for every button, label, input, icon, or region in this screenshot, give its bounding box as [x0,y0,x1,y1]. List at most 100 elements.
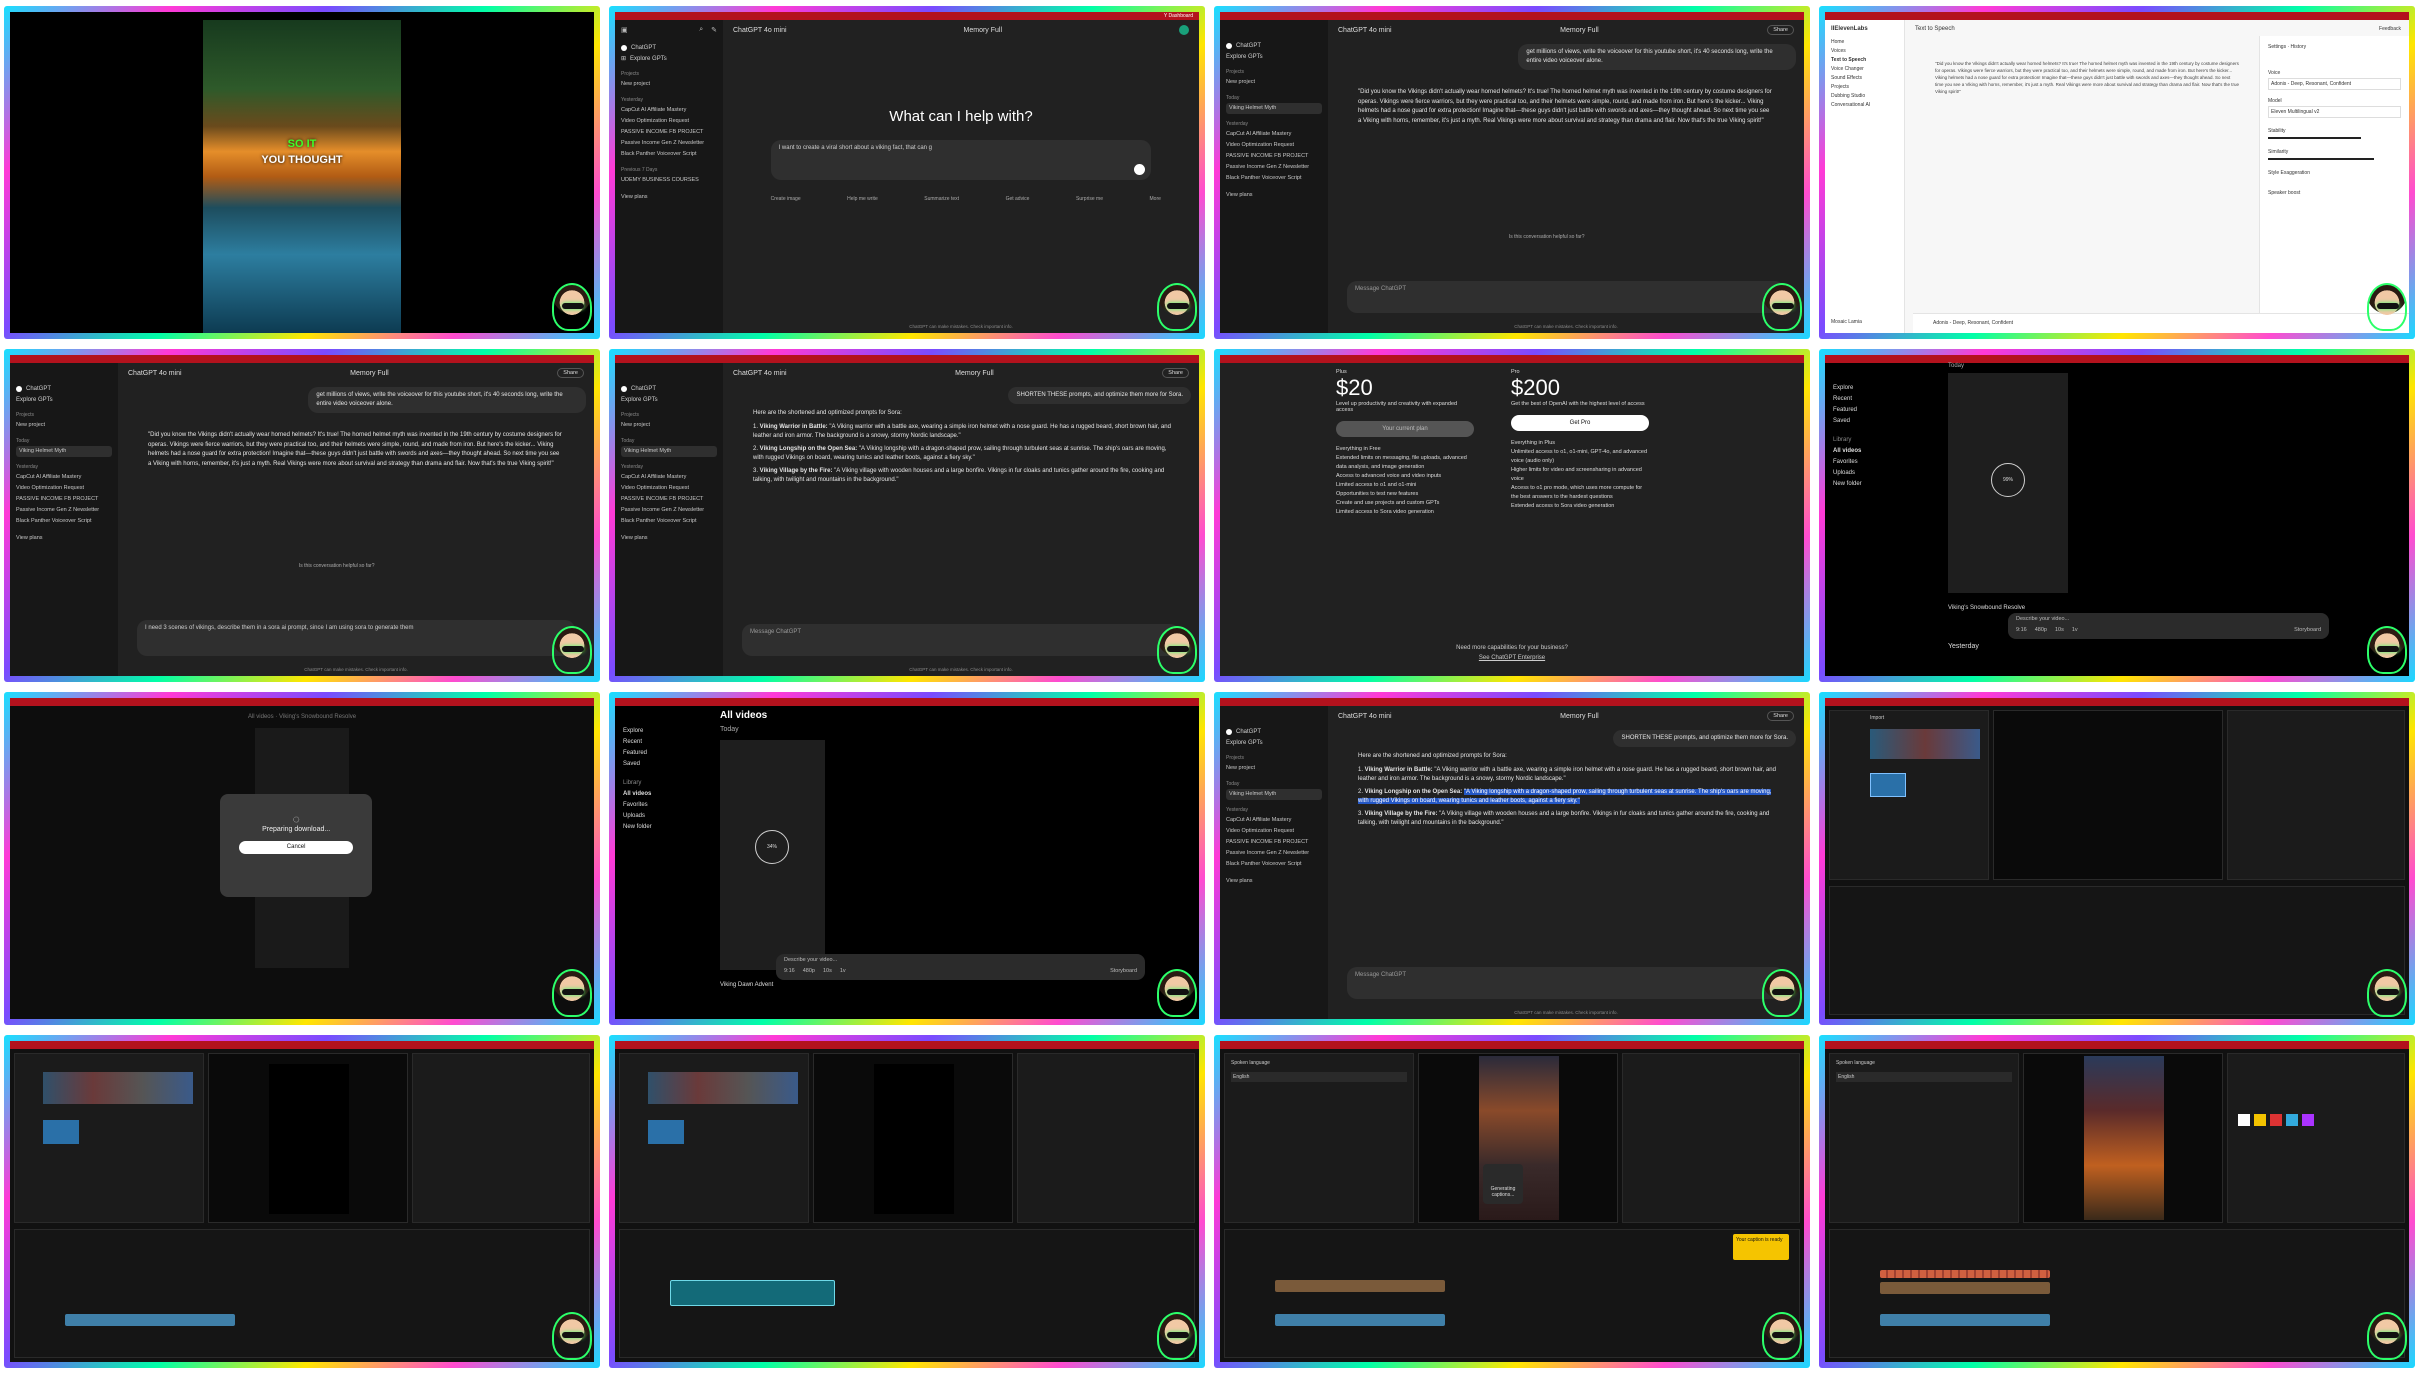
history-item[interactable]: CapCut AI Affiliate Mastery [621,472,717,483]
audio-track[interactable] [1275,1314,1445,1326]
sidebar-item-chatgpt[interactable]: ChatGPT [1226,40,1322,51]
caption-alert[interactable]: Your caption is ready [1733,1234,1789,1260]
share-button[interactable]: Share [1767,711,1794,721]
user-account[interactable]: Mosaic Lamia [1831,318,1862,327]
nav-explore[interactable]: Explore [623,726,712,737]
sidebar-item-chatgpt[interactable]: ChatGPT [621,42,717,53]
nav-recent[interactable]: Recent [623,737,712,748]
video-card[interactable]: 34% [720,740,825,970]
history-item[interactable]: CapCut AI Affiliate Mastery [1226,815,1322,826]
new-folder-button[interactable]: New folder [623,822,712,833]
media-thumbnails[interactable] [1870,729,1980,759]
history-item[interactable]: Video Optimization Request [621,483,717,494]
prompt-item-selected[interactable]: 2. Viking Longship on the Open Sea: "A V… [1358,788,1780,807]
new-project-button[interactable]: New project [1226,77,1322,88]
video-track[interactable] [1275,1280,1445,1292]
history-item[interactable]: CapCut AI Affiliate Mastery [621,105,717,116]
language-select[interactable]: English [1836,1072,2012,1082]
history-item[interactable]: CapCut AI Affiliate Mastery [16,472,112,483]
share-button[interactable]: Share [1767,25,1794,35]
new-project-button[interactable]: New project [621,79,717,90]
nav-item[interactable]: Sound Effects [1831,74,1898,83]
sidebar-item-explore-gpts[interactable]: Explore GPTs [621,394,717,405]
history-item[interactable]: Passive Income Gen Z Newsletter [16,505,112,516]
new-project-button[interactable]: New project [1226,763,1322,774]
model-selector[interactable]: ChatGPT 4o mini [128,370,182,377]
tts-text-area[interactable]: "Did you know the Vikings didn't actuall… [1935,60,2239,95]
nav-recent[interactable]: Recent [1833,394,1922,405]
cancel-button[interactable]: Cancel [239,841,354,855]
video-card[interactable]: 99% [1948,373,2068,593]
media-clip[interactable] [43,1120,79,1144]
nav-item[interactable]: Projects [1831,83,1898,92]
composer[interactable]: Message ChatGPT [1347,281,1785,313]
nav-favorites[interactable]: Favorites [1833,457,1922,468]
model-selector[interactable]: ChatGPT 4o mini [1338,713,1392,720]
history-item[interactable]: Video Optimization Request [621,116,717,127]
sidebar-toggle-icon[interactable]: ▣ [621,26,628,34]
media-thumbnails[interactable] [648,1072,798,1104]
nav-saved[interactable]: Saved [1833,416,1922,427]
get-pro-button[interactable]: Get Pro [1511,415,1649,431]
nav-saved[interactable]: Saved [623,759,712,770]
nav-uploads[interactable]: Uploads [1833,468,1922,479]
nav-featured[interactable]: Featured [1833,405,1922,416]
video-track[interactable] [670,1280,835,1306]
chip-get-advice[interactable]: Get advice [1006,196,1030,202]
sidebar-item-chatgpt[interactable]: ChatGPT [16,383,112,394]
style-preset[interactable] [2254,1114,2266,1126]
history-item[interactable]: PASSIVE INCOME FB PROJECT [1226,837,1322,848]
storyboard-button[interactable]: Storyboard [2294,627,2321,633]
media-thumbnails[interactable] [43,1072,193,1104]
history-item-active[interactable]: Viking Helmet Myth [1226,789,1322,800]
prompt-bar[interactable]: Describe your video... 9:16 480p 10s 1v … [776,954,1145,980]
history-item[interactable]: Passive Income Gen Z Newsletter [1226,848,1322,859]
history-item[interactable]: Black Panther Voiceover Script [1226,173,1322,184]
history-item[interactable]: Passive Income Gen Z Newsletter [1226,162,1322,173]
duration-select[interactable]: 10s [2055,627,2064,633]
language-select[interactable]: English [1231,1072,1407,1082]
nav-item[interactable]: Home [1831,38,1898,47]
composer-placeholder[interactable]: Message ChatGPT [1355,972,1406,978]
style-preset[interactable] [2286,1114,2298,1126]
feedback-link[interactable]: Feedback [2379,26,2401,32]
composer-placeholder[interactable]: Message ChatGPT [1355,286,1406,292]
history-item-active[interactable]: Viking Helmet Myth [16,446,112,457]
view-plans-button[interactable]: View plans [16,533,112,544]
history-item[interactable]: Video Optimization Request [1226,826,1322,837]
history-item[interactable]: Video Optimization Request [1226,140,1322,151]
tab-settings[interactable]: Settings [2268,44,2286,50]
nav-explore[interactable]: Explore [1833,383,1922,394]
history-item[interactable]: Black Panther Voiceover Script [621,149,717,160]
audio-track[interactable] [65,1314,235,1326]
view-plans-button[interactable]: View plans [621,533,717,544]
composer-placeholder[interactable]: Message ChatGPT [750,629,801,635]
media-clip[interactable] [648,1120,684,1144]
audio-player[interactable]: Adonis - Deep, Resonant, Confident [1913,313,2409,333]
chip-create-image[interactable]: Create image [771,196,801,202]
history-item[interactable]: PASSIVE INCOME FB PROJECT [621,127,717,138]
user-avatar[interactable] [1178,25,1189,35]
video-track[interactable] [1880,1282,2050,1294]
variations-select[interactable]: 1v [840,968,846,974]
history-item[interactable]: PASSIVE INCOME FB PROJECT [1226,151,1322,162]
new-project-button[interactable]: New project [16,420,112,431]
duration-select[interactable]: 10s [823,968,832,974]
send-icon[interactable] [1134,164,1146,175]
composer[interactable]: I need 3 scenes of vikings, describe the… [137,620,575,656]
view-plans-button[interactable]: View plans [1226,190,1322,201]
resolution-select[interactable]: 480p [2035,627,2047,633]
prompt-placeholder[interactable]: Describe your video... [784,957,1137,963]
share-button[interactable]: Share [557,368,584,378]
style-preset[interactable] [2270,1114,2282,1126]
view-plans-button[interactable]: View plans [1226,876,1322,887]
composer-text[interactable]: I want to create a viral short about a v… [779,145,932,151]
nav-uploads[interactable]: Uploads [623,811,712,822]
model-selector[interactable]: ChatGPT 4o mini [733,370,787,377]
style-preset[interactable] [2302,1114,2314,1126]
history-item[interactable]: UDEMY BUSINESS COURSES [621,175,717,186]
chip-surprise[interactable]: Surprise me [1076,196,1103,202]
nav-item[interactable]: Dubbing Studio [1831,92,1898,101]
audio-track[interactable] [1880,1314,2050,1326]
sidebar-item-explore-gpts[interactable]: Explore GPTs [1226,737,1322,748]
